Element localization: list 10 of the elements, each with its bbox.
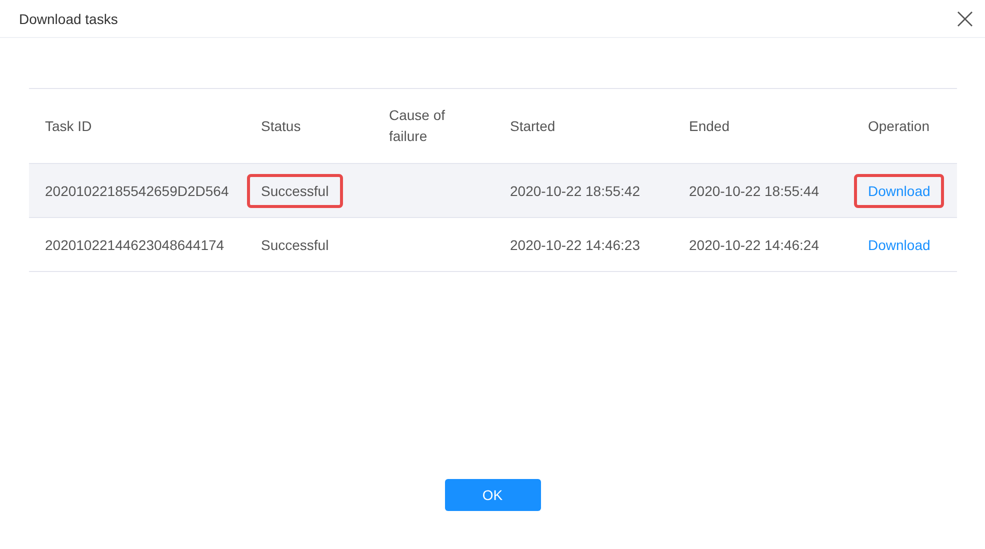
status-text: Successful: [247, 174, 343, 208]
download-link[interactable]: Download: [854, 174, 944, 208]
status-text: Successful: [261, 236, 329, 252]
close-button[interactable]: [957, 10, 973, 26]
download-link[interactable]: Download: [868, 236, 930, 252]
table-cell: 2020-10-22 14:46:24: [673, 218, 852, 272]
table-cell: 2020-10-22 14:46:23: [494, 218, 673, 272]
dialog-title: Download tasks: [19, 10, 118, 26]
ok-button[interactable]: OK: [444, 479, 540, 511]
table-cell: 20201022144623048644174: [29, 218, 245, 272]
